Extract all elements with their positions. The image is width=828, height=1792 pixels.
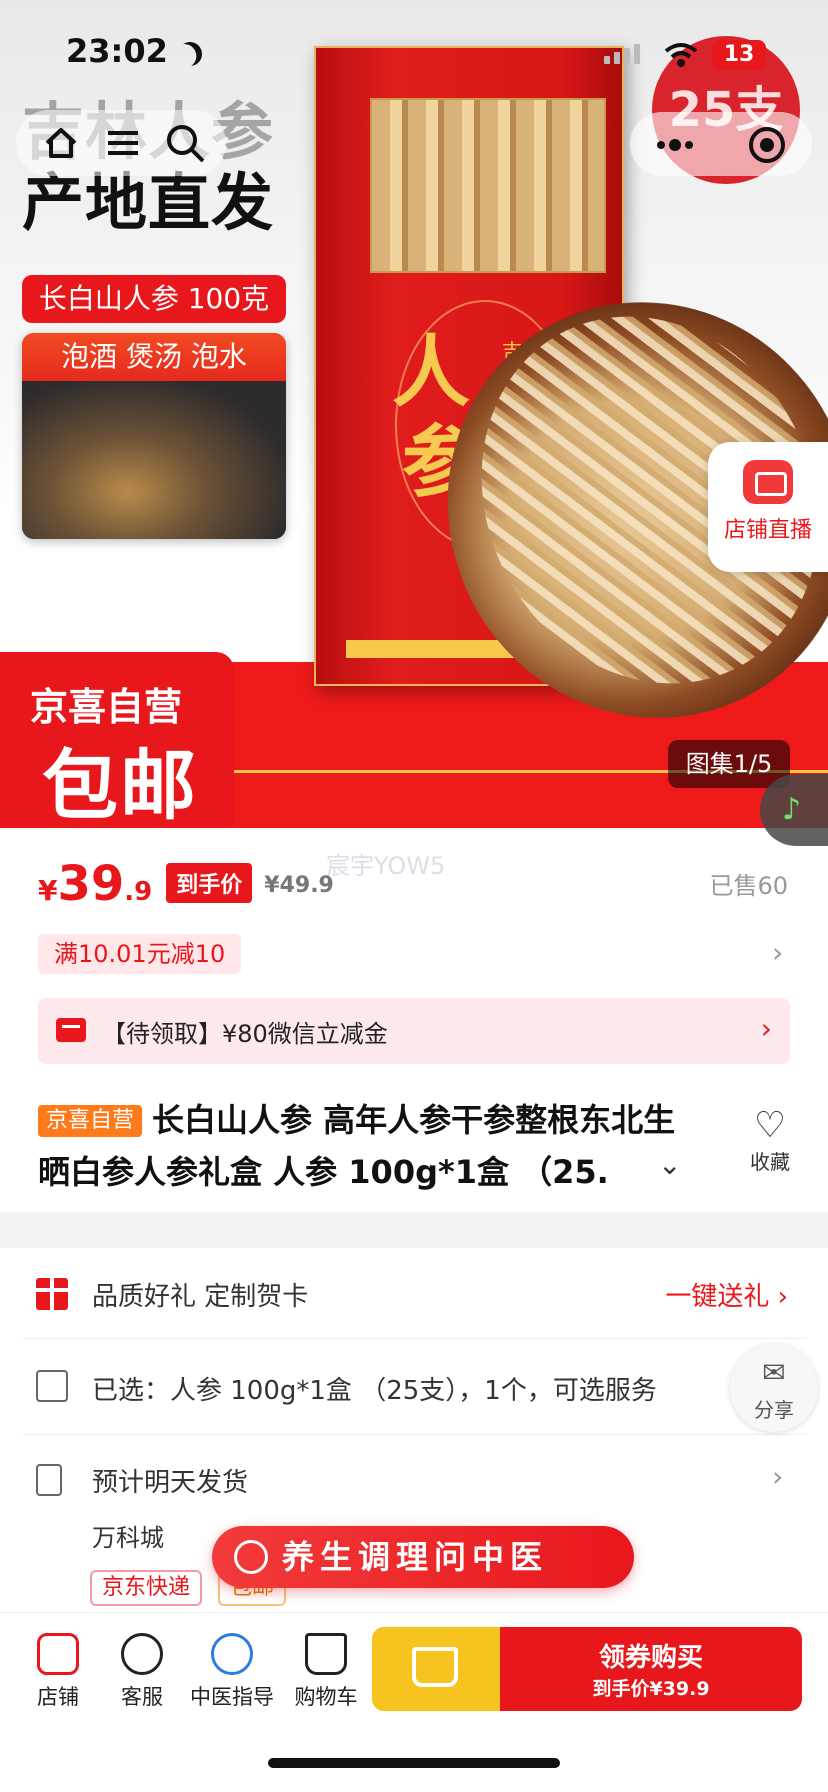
shop-live-label: 店铺直播	[723, 518, 812, 543]
doctor-icon	[234, 1540, 268, 1574]
gift-row[interactable]: 品质好礼 定制贺卡 一键送礼 ›	[0, 1248, 828, 1338]
price-currency: ¥	[38, 874, 58, 907]
signal-icon	[604, 44, 640, 64]
delivery-text: 预计明天发货	[92, 1468, 249, 1498]
cart-label: 购物车	[294, 1685, 358, 1709]
battery-indicator: 13	[712, 40, 766, 70]
add-to-cart-button[interactable]	[372, 1627, 500, 1711]
checklist-icon	[36, 1370, 68, 1402]
shop-label: 店铺	[37, 1685, 79, 1709]
share-label: 分享	[754, 1398, 794, 1422]
status-time: 23:02	[66, 32, 168, 70]
price-decimal: .9	[124, 877, 153, 907]
wechat-cash-text: 【待领取】¥80微信立减金	[102, 1020, 388, 1048]
heart-icon: ♡	[753, 1105, 787, 1146]
buy-now-price: 到手价¥39.9	[592, 1678, 710, 1700]
product-title: 京喜自营 长白山人参 高年人参干参整根东北生晒白参人参礼盒 人参 100g*1盒 …	[38, 1094, 698, 1198]
shop-button[interactable]: 店铺	[16, 1633, 100, 1711]
hero-weight-tag: 长白山人参 100克	[22, 275, 286, 323]
wechat-cash-bar[interactable]: 【待领取】¥80微信立减金 ›	[38, 998, 790, 1064]
gallery-index[interactable]: 图集1/5	[668, 740, 790, 788]
coupon-chevron-icon[interactable]: ›	[772, 936, 783, 969]
buy-now-button[interactable]: 领券购买 到手价¥39.9	[500, 1627, 802, 1711]
chat-face-icon	[121, 1633, 163, 1675]
original-price: ¥49.9	[264, 873, 334, 898]
price-integer: 39	[57, 856, 125, 912]
sold-count: 已售60	[709, 872, 788, 900]
tcm-consult-banner[interactable]: 养生调理问中医	[212, 1526, 634, 1588]
gift-row-text: 品质好礼 定制贺卡	[92, 1282, 309, 1312]
menu-icon[interactable]	[98, 118, 148, 168]
doctor-avatar-icon	[211, 1633, 253, 1675]
selected-spec-text: 已选：人参 100g*1盒 （25支），1个，可选服务	[92, 1376, 657, 1406]
buy-now-label: 领券购买	[598, 1643, 703, 1673]
customer-service-label: 客服	[121, 1685, 163, 1709]
music-note-icon[interactable]: ♪	[760, 774, 828, 846]
jd-express-tag: 京东快递	[90, 1570, 203, 1606]
favorite-button[interactable]: ♡ 收藏	[740, 1106, 800, 1175]
hero-usage-card: 泡酒 煲汤 泡水	[22, 333, 286, 539]
home-icon[interactable]	[36, 118, 86, 168]
tcm-guide-label: 中医指导	[190, 1685, 274, 1709]
promo-free-shipping: 包邮	[42, 741, 198, 828]
favorite-label: 收藏	[750, 1150, 790, 1174]
shop-icon	[37, 1633, 79, 1675]
live-tv-icon	[743, 460, 793, 504]
truck-icon	[36, 1464, 62, 1496]
section-divider	[0, 1212, 828, 1248]
send-gift-action[interactable]: 一键送礼 ›	[665, 1276, 788, 1313]
gift-icon	[36, 1278, 68, 1310]
row-divider	[22, 1338, 806, 1339]
price-row: ¥ 39 .9 到手价 ¥49.9	[38, 856, 334, 916]
cart-icon	[305, 1633, 347, 1675]
search-icon[interactable]	[160, 118, 210, 168]
coupon-chip[interactable]: 满10.01元减10	[38, 934, 242, 974]
wifi-icon	[664, 43, 698, 67]
row-divider	[22, 1434, 806, 1435]
ginseng-photo	[22, 381, 286, 539]
tcm-banner-text: 养生调理问中医	[282, 1538, 549, 1576]
more-icon[interactable]	[650, 120, 700, 170]
expand-title-icon[interactable]: ⌄	[658, 1148, 681, 1181]
selected-spec-row[interactable]: 已选：人参 100g*1盒 （25支），1个，可选服务	[0, 1340, 828, 1432]
hero-usage-caption: 泡酒 煲汤 泡水	[22, 333, 286, 381]
promo-self-operated: 京喜自营	[30, 685, 183, 729]
delivery-row[interactable]: 预计明天发货 ›	[0, 1436, 828, 1526]
shop-live-button[interactable]: 店铺直播	[708, 442, 828, 572]
tcm-guide-button[interactable]: 中医指导	[190, 1633, 274, 1711]
wallet-icon	[56, 1018, 86, 1042]
delivery-address: 万科城	[92, 1524, 164, 1552]
final-price-tag: 到手价	[166, 863, 253, 903]
customer-service-button[interactable]: 客服	[100, 1633, 184, 1711]
delivery-chevron-icon: ›	[772, 1460, 784, 1493]
send-gift-label: 一键送礼	[665, 1282, 770, 1312]
wechat-cash-chevron-icon: ›	[760, 1012, 772, 1045]
close-capsule-icon[interactable]	[742, 120, 792, 170]
home-indicator[interactable]	[268, 1758, 560, 1768]
gift-box-window	[370, 98, 606, 273]
share-button[interactable]: ✉ 分享	[730, 1344, 818, 1432]
cart-button[interactable]: 购物车	[284, 1633, 368, 1711]
self-operated-tag: 京喜自营	[38, 1105, 143, 1137]
wechat-icon: ✉	[762, 1356, 786, 1389]
watermark: 宸宇YOW5	[326, 852, 446, 880]
hero-headline-line-2: 产地直发	[22, 166, 275, 240]
add-cart-icon	[412, 1647, 458, 1687]
